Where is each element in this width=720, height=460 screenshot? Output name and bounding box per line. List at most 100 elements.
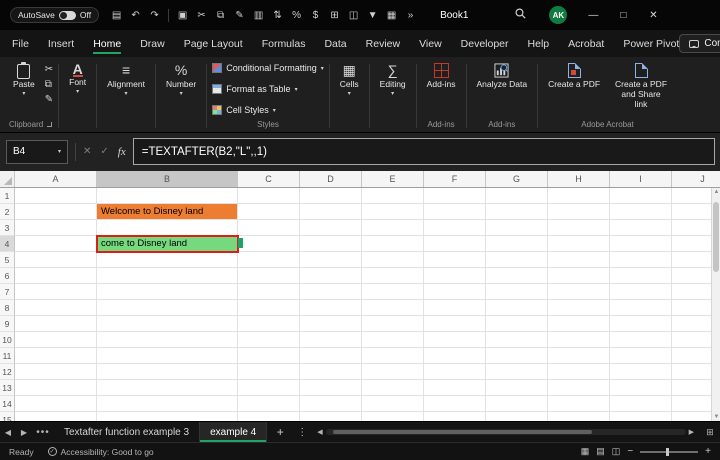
cell-D8[interactable]: [300, 300, 362, 316]
cell-G13[interactable]: [486, 380, 548, 396]
enter-icon[interactable]: ✓: [100, 146, 108, 157]
cell-E10[interactable]: [362, 332, 424, 348]
row-header-4[interactable]: 4: [0, 236, 15, 252]
cell-E3[interactable]: [362, 220, 424, 236]
cell-C3[interactable]: [238, 220, 300, 236]
row-header-9[interactable]: 9: [0, 316, 15, 332]
formula-input[interactable]: =TEXTAFTER(B2,"L",,1): [133, 138, 715, 165]
menu-tab-formulas[interactable]: Formulas: [262, 33, 306, 55]
cell-C9[interactable]: [238, 316, 300, 332]
conditional-formatting-button[interactable]: Conditional Formatting ▾: [212, 63, 324, 73]
menu-tab-help[interactable]: Help: [528, 33, 550, 55]
cell-A10[interactable]: [15, 332, 97, 348]
cell-I7[interactable]: [610, 284, 672, 300]
cell-styles-button[interactable]: Cell Styles ▾: [212, 105, 276, 115]
row-header-10[interactable]: 10: [0, 332, 15, 348]
page-break-view-icon[interactable]: ◫: [612, 446, 621, 457]
cell-F5[interactable]: [424, 252, 486, 268]
cell-F14[interactable]: [424, 396, 486, 412]
cell-B12[interactable]: [97, 364, 238, 380]
menu-tab-draw[interactable]: Draw: [140, 33, 165, 55]
menu-tab-insert[interactable]: Insert: [48, 33, 74, 55]
cell-C15[interactable]: [238, 412, 300, 421]
cell-A1[interactable]: [15, 188, 97, 204]
select-all-corner[interactable]: [0, 171, 15, 187]
menu-tab-data[interactable]: Data: [324, 33, 346, 55]
cell-D10[interactable]: [300, 332, 362, 348]
zoom-slider-thumb[interactable]: [666, 448, 669, 456]
table-icon[interactable]: ▦: [383, 10, 400, 21]
cell-I12[interactable]: [610, 364, 672, 380]
name-box[interactable]: B4 ▾: [6, 140, 68, 164]
cell-E15[interactable]: [362, 412, 424, 421]
row-header-13[interactable]: 13: [0, 380, 15, 396]
cell-G9[interactable]: [486, 316, 548, 332]
cell-F3[interactable]: [424, 220, 486, 236]
cell-C5[interactable]: [238, 252, 300, 268]
insert-function-icon[interactable]: fx: [118, 146, 126, 158]
cell-C13[interactable]: [238, 380, 300, 396]
currency-icon[interactable]: $: [307, 10, 324, 21]
cell-B1[interactable]: [97, 188, 238, 204]
cell-D6[interactable]: [300, 268, 362, 284]
merge-cells-icon[interactable]: ◫: [345, 10, 362, 21]
cell-H10[interactable]: [548, 332, 610, 348]
cell-I2[interactable]: [610, 204, 672, 220]
cell-B5[interactable]: [97, 252, 238, 268]
cells-group-button[interactable]: ▦ Cells ▾: [335, 60, 364, 100]
cell-D14[interactable]: [300, 396, 362, 412]
vertical-scrollbar-thumb[interactable]: [713, 202, 719, 272]
alignment-group-button[interactable]: ≡ Alignment ▾: [102, 60, 150, 100]
cell-A3[interactable]: [15, 220, 97, 236]
cell-D12[interactable]: [300, 364, 362, 380]
cell-A4[interactable]: [15, 236, 97, 252]
cell-H15[interactable]: [548, 412, 610, 421]
cell-D3[interactable]: [300, 220, 362, 236]
cell-D7[interactable]: [300, 284, 362, 300]
autosave-toggle-switch[interactable]: [59, 11, 76, 20]
cell-A11[interactable]: [15, 348, 97, 364]
cell-A2[interactable]: [15, 204, 97, 220]
cell-A12[interactable]: [15, 364, 97, 380]
cell-A5[interactable]: [15, 252, 97, 268]
create-pdf-share-button[interactable]: Create a PDF and Share link: [610, 60, 672, 111]
cell-E12[interactable]: [362, 364, 424, 380]
cell-D13[interactable]: [300, 380, 362, 396]
cell-B10[interactable]: [97, 332, 238, 348]
menu-tab-view[interactable]: View: [419, 33, 442, 55]
cell-B13[interactable]: [97, 380, 238, 396]
previous-sheet-icon[interactable]: ◀: [0, 422, 16, 442]
percent-icon[interactable]: %: [288, 10, 305, 21]
font-group-button[interactable]: A Font ▾: [64, 60, 91, 98]
menu-tab-power-pivot[interactable]: Power Pivot: [623, 33, 679, 55]
cell-I13[interactable]: [610, 380, 672, 396]
scroll-left-icon[interactable]: ◀: [317, 428, 322, 436]
cell-C1[interactable]: [238, 188, 300, 204]
cell-A13[interactable]: [15, 380, 97, 396]
save-icon[interactable]: ▤: [108, 10, 125, 21]
column-header-F[interactable]: F: [424, 171, 486, 187]
clipboard-icon[interactable]: ▣: [174, 10, 191, 21]
vertical-scrollbar[interactable]: ▲ ▼: [711, 188, 720, 421]
cell-H8[interactable]: [548, 300, 610, 316]
menu-tab-acrobat[interactable]: Acrobat: [568, 33, 604, 55]
cell-F9[interactable]: [424, 316, 486, 332]
cancel-icon[interactable]: ✕: [83, 146, 91, 157]
cell-E14[interactable]: [362, 396, 424, 412]
cell-E5[interactable]: [362, 252, 424, 268]
cell-H12[interactable]: [548, 364, 610, 380]
cell-C10[interactable]: [238, 332, 300, 348]
copy-icon[interactable]: ⧉: [212, 10, 229, 21]
sheet-tab-textafter-function-example-3[interactable]: Textafter function example 3: [54, 422, 200, 442]
scroll-right-icon[interactable]: ▶: [689, 428, 694, 436]
cell-B15[interactable]: [97, 412, 238, 421]
cell-I3[interactable]: [610, 220, 672, 236]
cell-A9[interactable]: [15, 316, 97, 332]
number-group-button[interactable]: % Number ▾: [161, 60, 201, 100]
next-sheet-icon[interactable]: ▶: [16, 422, 32, 442]
cell-F8[interactable]: [424, 300, 486, 316]
sheet-list-button[interactable]: •••: [32, 422, 54, 442]
format-painter-icon[interactable]: ✎: [231, 10, 248, 21]
cell-A15[interactable]: [15, 412, 97, 421]
row-header-12[interactable]: 12: [0, 364, 15, 380]
